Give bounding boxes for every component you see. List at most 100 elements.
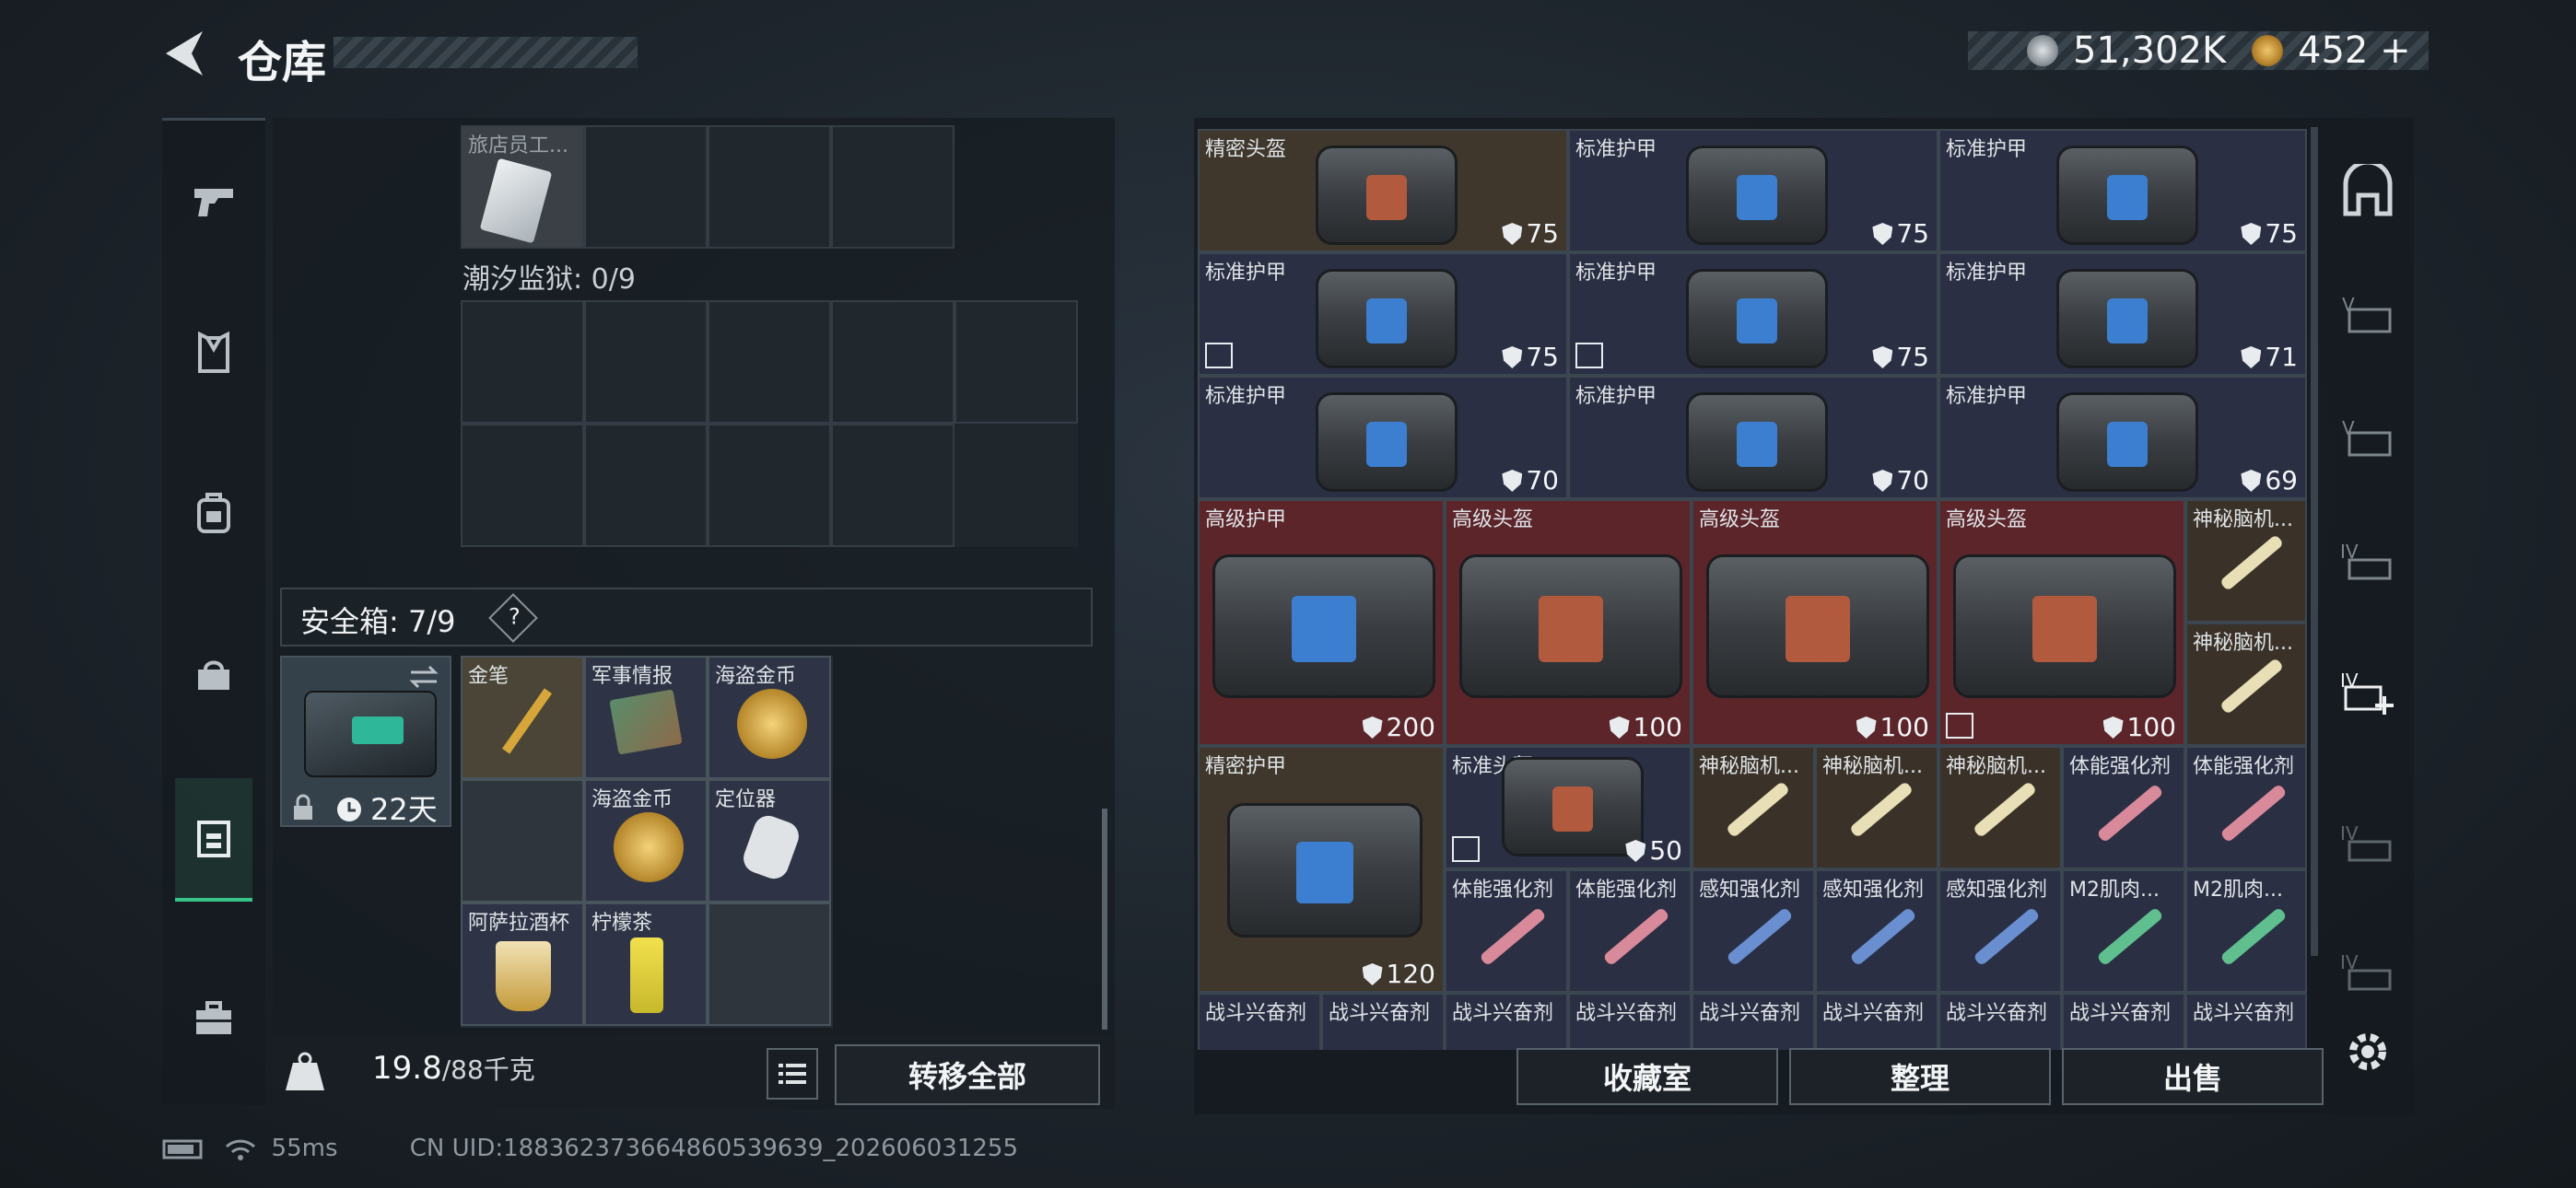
stash-item[interactable]: M2肌肉...	[2185, 869, 2307, 993]
stash-tab-v2-icon[interactable]: V	[2340, 413, 2395, 468]
gold-amount[interactable]: 452 +	[2298, 29, 2411, 72]
stash-item[interactable]: 体能强化剂	[2185, 746, 2307, 869]
grid-cell[interactable]	[831, 424, 954, 547]
stash-item[interactable]: 体能强化剂	[2062, 746, 2185, 869]
stash-tab-iv2-icon[interactable]: IV	[2340, 818, 2395, 873]
item-name: 精密护甲	[1205, 755, 1287, 778]
safe-item-military-intel[interactable]: 军事情报	[584, 656, 708, 779]
stash-item[interactable]: 标准护甲 69	[1938, 376, 2307, 499]
safe-empty-cell[interactable]	[708, 903, 831, 1026]
grid-cell[interactable]	[708, 424, 831, 547]
stash-item[interactable]: 战斗兴奋剂	[1815, 993, 1938, 1050]
stash-item[interactable]: 标准护甲 75	[1938, 129, 2307, 252]
safe-item-pirate-coin[interactable]: 海盗金币	[708, 656, 831, 779]
stash-item[interactable]: 神秘脑机...	[2185, 623, 2307, 746]
stash-item[interactable]: 战斗兴奋剂	[1568, 993, 1692, 1050]
stash-item[interactable]: 标准护甲 75	[1568, 252, 1938, 376]
stash-tab-iv1-icon[interactable]: IV	[2340, 536, 2395, 591]
item-name: 标准护甲	[1575, 138, 1657, 161]
stash-item[interactable]: 神秘脑机...	[1815, 746, 1938, 869]
vest-icon	[198, 331, 229, 373]
coin-image	[614, 812, 684, 882]
grid-cell[interactable]	[708, 300, 831, 424]
nav-safe-box[interactable]	[175, 778, 252, 902]
item-name: 标准护甲	[1946, 138, 2028, 161]
stash-item[interactable]: 感知强化剂	[1938, 869, 2062, 993]
scrollbar[interactable]	[1102, 809, 1107, 1030]
weight-current: 19.8	[372, 1050, 442, 1087]
stash-item[interactable]: 战斗兴奋剂	[2185, 993, 2307, 1050]
stash-item[interactable]: 标准护甲 75	[1568, 129, 1938, 252]
add-gold-button[interactable]: +	[2380, 29, 2411, 72]
back-icon[interactable]	[162, 29, 206, 77]
nav-case[interactable]	[162, 959, 265, 1078]
stash-item[interactable]: 高级头盔 100	[1938, 499, 2185, 746]
grid-cell[interactable]	[461, 300, 584, 424]
stash-item[interactable]: 标准护甲 75	[1198, 252, 1568, 376]
stash-item[interactable]: 精密护甲 120	[1198, 746, 1445, 993]
settings-gear-icon[interactable]	[2340, 1024, 2395, 1079]
safe-item-wine-cup[interactable]: 阿萨拉酒杯	[461, 903, 584, 1026]
collection-room-button[interactable]: 收藏室	[1516, 1048, 1778, 1105]
stash-item[interactable]: 战斗兴奋剂	[1198, 993, 1321, 1050]
organize-button[interactable]: 整理	[1789, 1048, 2051, 1105]
stash-item[interactable]: 神秘脑机...	[1938, 746, 2062, 869]
helmet-image	[1316, 146, 1458, 245]
stash-item[interactable]: 战斗兴奋剂	[1938, 993, 2062, 1050]
item-name: 体能强化剂	[1452, 879, 1554, 902]
nav-pouch[interactable]	[162, 612, 265, 732]
stash-item[interactable]: 精密头盔 75	[1198, 129, 1568, 252]
help-button[interactable]: ?	[488, 593, 538, 643]
grid-cell[interactable]	[831, 300, 954, 424]
stash-item[interactable]: 标准护甲 71	[1938, 252, 2307, 376]
list-view-button[interactable]	[767, 1048, 818, 1100]
chip-image	[2219, 533, 2285, 592]
silver-amount: 51,302K	[2073, 29, 2227, 72]
item-name: 神秘脑机...	[1822, 755, 1923, 778]
grid-cell[interactable]	[584, 424, 708, 547]
safe-box-case[interactable]: 22天	[280, 656, 451, 827]
grid-cell[interactable]	[584, 300, 708, 424]
safe-item-pirate-coin[interactable]: 海盗金币	[584, 779, 708, 903]
safe-item-locator[interactable]: 定位器	[708, 779, 831, 903]
stash-item[interactable]: M2肌肉...	[2062, 869, 2185, 993]
stash-item[interactable]: 神秘脑机...	[1692, 746, 1815, 869]
grid-cell[interactable]	[461, 424, 584, 547]
stash-item[interactable]: 感知强化剂	[1692, 869, 1815, 993]
nav-weapons[interactable]	[162, 139, 265, 259]
grid-cell[interactable]	[584, 125, 708, 249]
stash-tab-v1-icon[interactable]: V	[2340, 289, 2395, 344]
prison-container-grid	[461, 300, 1078, 547]
stash-item[interactable]: 体能强化剂	[1445, 869, 1568, 993]
stash-tab-iv3-icon[interactable]: IV	[2340, 947, 2395, 1002]
grid-cell[interactable]	[831, 125, 954, 249]
stash-item[interactable]: 战斗兴奋剂	[1321, 993, 1445, 1050]
stash-item[interactable]: 高级护甲 200	[1198, 499, 1445, 746]
stash-item[interactable]: 标准护甲 70	[1198, 376, 1568, 499]
stash-item[interactable]: 战斗兴奋剂	[1445, 993, 1568, 1050]
stash-scrollbar[interactable]	[2311, 127, 2318, 956]
stash-item[interactable]: 战斗兴奋剂	[1692, 993, 1815, 1050]
stash-tab-add-icon[interactable]: IV	[2340, 665, 2395, 720]
grid-cell[interactable]	[708, 125, 831, 249]
stash-item[interactable]: 标准护甲 70	[1568, 376, 1938, 499]
stash-item[interactable]: 体能强化剂	[1568, 869, 1692, 993]
nav-armor[interactable]	[162, 292, 265, 412]
transfer-all-button[interactable]: 转移全部	[835, 1044, 1100, 1105]
stash-item[interactable]: 感知强化剂	[1815, 869, 1938, 993]
stash-tab-home-icon[interactable]	[2340, 164, 2395, 219]
grid-cell[interactable]	[954, 300, 1078, 424]
safe-item-lemon-tea[interactable]: 柠檬茶	[584, 903, 708, 1026]
nav-backpack[interactable]	[162, 452, 265, 572]
stash-item[interactable]: 战斗兴奋剂	[2062, 993, 2185, 1050]
safe-item-gold-pen[interactable]: 金笔	[461, 656, 584, 779]
stash-item[interactable]: 标准头盔 50	[1445, 746, 1692, 869]
safe-empty-cell[interactable]	[461, 779, 584, 903]
stash-item[interactable]: 高级头盔 100	[1445, 499, 1692, 746]
swap-icon[interactable]	[407, 663, 440, 691]
sell-button[interactable]: 出售	[2062, 1048, 2324, 1105]
hotel-staff-card-slot[interactable]: 旅店员工...	[461, 125, 584, 249]
stash-item[interactable]: 高级头盔 100	[1692, 499, 1938, 746]
stash-item[interactable]: 神秘脑机...	[2185, 499, 2307, 623]
currency-bar: 51,302K 452 +	[1968, 29, 2429, 72]
